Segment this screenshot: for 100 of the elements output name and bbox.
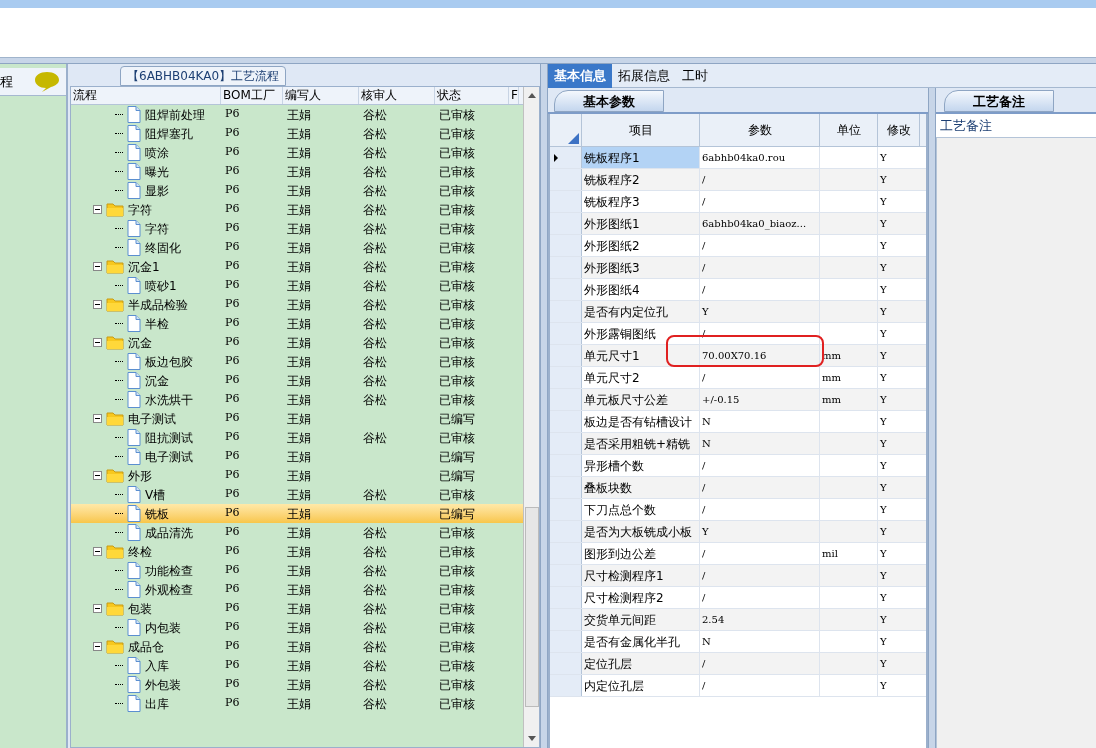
table-row[interactable]: 叠板块数 / Y — [550, 477, 926, 499]
tree-row[interactable]: 终检 P6 王娟 谷松 已审核 — [71, 542, 523, 561]
tree-row[interactable]: 沉金 P6 王娟 谷松 已审核 — [71, 371, 523, 390]
tree-row[interactable]: 成品清洗 P6 王娟 谷松 已审核 — [71, 523, 523, 542]
tree-row[interactable]: 外包装 P6 王娟 谷松 已审核 — [71, 675, 523, 694]
tree-row[interactable]: 字符 P6 王娟 谷松 已审核 — [71, 200, 523, 219]
tree-item-label[interactable]: 字符 — [128, 200, 152, 219]
tree-row[interactable]: 终固化 P6 王娟 谷松 已审核 — [71, 238, 523, 257]
tree-row[interactable]: 包装 P6 王娟 谷松 已审核 — [71, 599, 523, 618]
table-row[interactable]: 内定位孔层 / Y — [550, 675, 926, 697]
tree-item-label[interactable]: 终固化 — [145, 238, 181, 257]
scroll-thumb[interactable] — [524, 507, 539, 707]
tree-item-label[interactable]: 内包装 — [145, 618, 181, 637]
table-row[interactable]: 异形槽个数 / Y — [550, 455, 926, 477]
tree-row[interactable]: 电子测试 P6 王娟 已编写 — [71, 447, 523, 466]
tab[interactable]: 拓展信息 — [612, 64, 676, 88]
table-row[interactable]: 铣板程序3 / Y — [550, 191, 926, 213]
table-row[interactable]: 是否有内定位孔 Y Y — [550, 301, 926, 323]
table-row[interactable]: 交货单元间距 2.54 Y — [550, 609, 926, 631]
scroll-down-icon[interactable] — [527, 736, 536, 741]
column-header[interactable]: 状态 — [435, 87, 509, 104]
tab[interactable]: 工时 — [676, 64, 714, 88]
column-header[interactable]: 修改 — [886, 121, 911, 139]
tree-row[interactable]: 水洗烘干 P6 王娟 谷松 已审核 — [71, 390, 523, 409]
table-row[interactable]: 外形图纸2 / Y — [550, 235, 926, 257]
tree-row[interactable]: 半检 P6 王娟 谷松 已审核 — [71, 314, 523, 333]
tree-row[interactable]: 外形 P6 王娟 已编写 — [71, 466, 523, 485]
tree-item-label[interactable]: 沉金 — [145, 371, 169, 390]
tree-item-label[interactable]: 外形 — [128, 466, 152, 485]
collapse-toggle[interactable] — [93, 547, 102, 556]
tree-row[interactable]: 出库 P6 王娟 谷松 已审核 — [71, 694, 523, 713]
collapse-toggle[interactable] — [93, 414, 102, 423]
scroll-up-icon[interactable] — [527, 93, 536, 98]
tree-row[interactable]: 铣板 P6 王娟 已编写 — [71, 504, 523, 523]
tree-item-label[interactable]: 板边包胶 — [145, 352, 193, 371]
tree-item-label[interactable]: 功能检查 — [145, 561, 193, 580]
tree-row[interactable]: V槽 P6 王娟 谷松 已审核 — [71, 485, 523, 504]
tree-item-label[interactable]: 阻焊前处理 — [145, 105, 205, 124]
tree-item-label[interactable]: 阻抗测试 — [145, 428, 193, 447]
column-header[interactable]: 项目 — [628, 121, 653, 139]
column-header[interactable]: 编写人 — [283, 87, 359, 104]
column-header[interactable]: 流程 — [71, 87, 221, 104]
table-row[interactable]: 铣板程序2 / Y — [550, 169, 926, 191]
tree-row[interactable]: 喷涂 P6 王娟 谷松 已审核 — [71, 143, 523, 162]
tree-row[interactable]: 成品仓 P6 王娟 谷松 已审核 — [71, 637, 523, 656]
tree-item-label[interactable]: 包装 — [128, 599, 152, 618]
tree-item-label[interactable]: 成品清洗 — [145, 523, 193, 542]
tab[interactable]: 工艺备注 — [944, 90, 1054, 112]
tree-row[interactable]: 字符 P6 王娟 谷松 已审核 — [71, 219, 523, 238]
tree-row[interactable]: 阻焊塞孔 P6 王娟 谷松 已审核 — [71, 124, 523, 143]
row-header[interactable] — [550, 147, 582, 168]
tree-item-label[interactable]: 字符 — [145, 219, 169, 238]
table-row[interactable]: 单元板尺寸公差 +/-0.15 mm Y — [550, 389, 926, 411]
collapse-toggle[interactable] — [93, 262, 102, 271]
tree-item-label[interactable]: 沉金1 — [128, 257, 160, 276]
column-header[interactable]: 核审人 — [359, 87, 435, 104]
splitter[interactable] — [0, 58, 1096, 64]
table-row[interactable]: 尺寸检测程序1 / Y — [550, 565, 926, 587]
tree-item-label[interactable]: 阻焊塞孔 — [145, 124, 193, 143]
tree-item-label[interactable]: 入库 — [145, 656, 169, 675]
tree-item-label[interactable]: 半检 — [145, 314, 169, 333]
tree-row[interactable]: 电子测试 P6 王娟 已编写 — [71, 409, 523, 428]
tree-item-label[interactable]: 水洗烘干 — [145, 390, 193, 409]
tree-item-label[interactable]: 铣板 — [145, 504, 169, 523]
tree-item-label[interactable]: 出库 — [145, 694, 169, 713]
tree-row[interactable]: 显影 P6 王娟 谷松 已审核 — [71, 181, 523, 200]
splitter[interactable] — [928, 88, 936, 748]
table-row[interactable]: 是否采用粗铣+精铣 N Y — [550, 433, 926, 455]
collapse-toggle[interactable] — [93, 205, 102, 214]
tree-item-label[interactable]: 沉金 — [128, 333, 152, 352]
tree-item-label[interactable]: 终检 — [128, 542, 152, 561]
collapse-toggle[interactable] — [93, 604, 102, 613]
column-header[interactable]: F — [509, 87, 519, 104]
collapse-toggle[interactable] — [93, 642, 102, 651]
tree-item-label[interactable]: 外观检查 — [145, 580, 193, 599]
column-header[interactable]: BOM工厂 — [221, 87, 283, 104]
table-row[interactable]: 下刀点总个数 / Y — [550, 499, 926, 521]
column-header[interactable]: 参数 — [747, 121, 772, 139]
scrollbar[interactable] — [523, 87, 539, 747]
table-row[interactable]: 单元尺寸2 / mm Y — [550, 367, 926, 389]
table-row[interactable]: 外形图纸4 / Y — [550, 279, 926, 301]
tree-item-label[interactable]: V槽 — [145, 485, 166, 504]
tree-row[interactable]: 沉金 P6 王娟 谷松 已审核 — [71, 333, 523, 352]
tree-row[interactable]: 外观检查 P6 王娟 谷松 已审核 — [71, 580, 523, 599]
tab[interactable]: 基本信息 — [548, 64, 612, 88]
collapse-toggle[interactable] — [93, 338, 102, 347]
tree-item-label[interactable]: 半成品检验 — [128, 295, 188, 314]
tree-item-label[interactable]: 成品仓 — [128, 637, 164, 656]
tree-row[interactable]: 入库 P6 王娟 谷松 已审核 — [71, 656, 523, 675]
table-row[interactable]: 铣板程序1 6abhb04ka0.rou Y — [550, 147, 926, 169]
tree-row[interactable]: 半成品检验 P6 王娟 谷松 已审核 — [71, 295, 523, 314]
collapse-toggle[interactable] — [93, 471, 102, 480]
collapse-toggle[interactable] — [93, 300, 102, 309]
table-row[interactable]: 是否有金属化半孔 N Y — [550, 631, 926, 653]
tree-row[interactable]: 内包装 P6 王娟 谷松 已审核 — [71, 618, 523, 637]
tree-item-label[interactable]: 显影 — [145, 181, 169, 200]
tree-row[interactable]: 曝光 P6 王娟 谷松 已审核 — [71, 162, 523, 181]
table-row[interactable]: 定位孔层 / Y — [550, 653, 926, 675]
table-row[interactable]: 外形图纸1 6abhb04ka0_biaoz... Y — [550, 213, 926, 235]
table-row[interactable]: 板边是否有钻槽设计 N Y — [550, 411, 926, 433]
